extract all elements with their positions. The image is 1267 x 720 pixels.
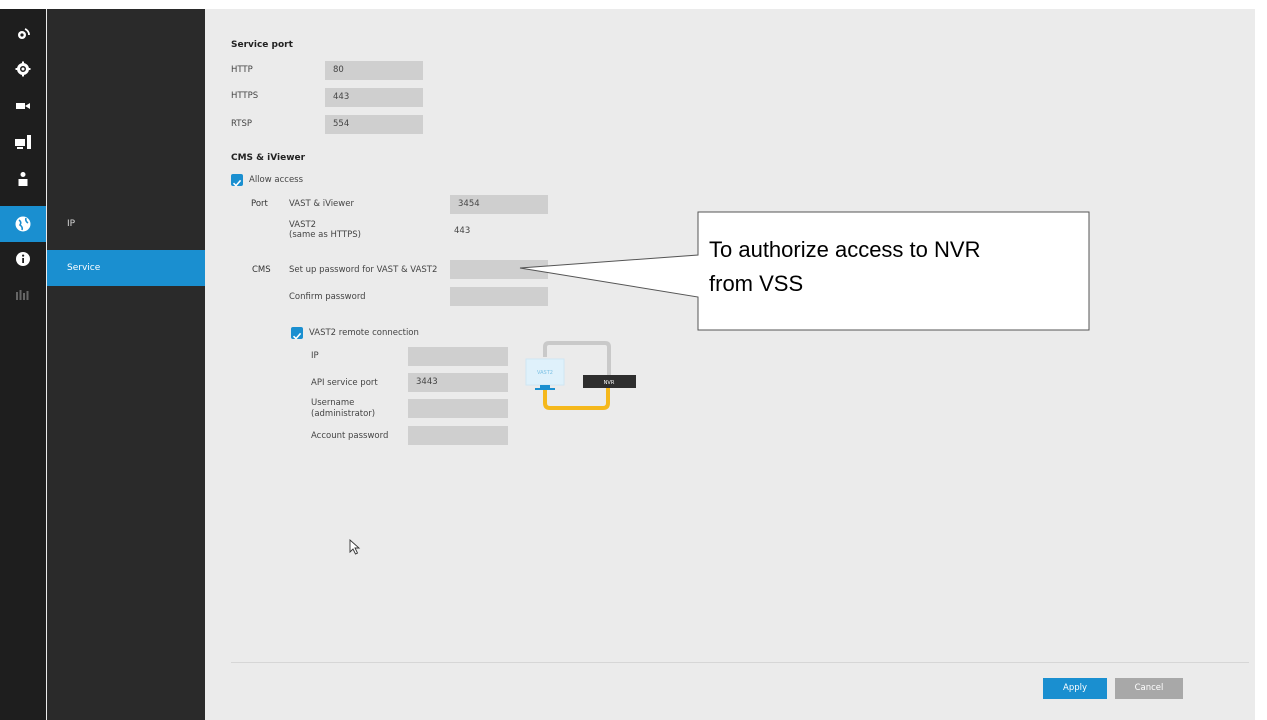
callout-box [519, 211, 1090, 331]
callout-line2: from VSS [709, 271, 804, 296]
callout-line1: To authorize access to NVR [709, 237, 981, 262]
